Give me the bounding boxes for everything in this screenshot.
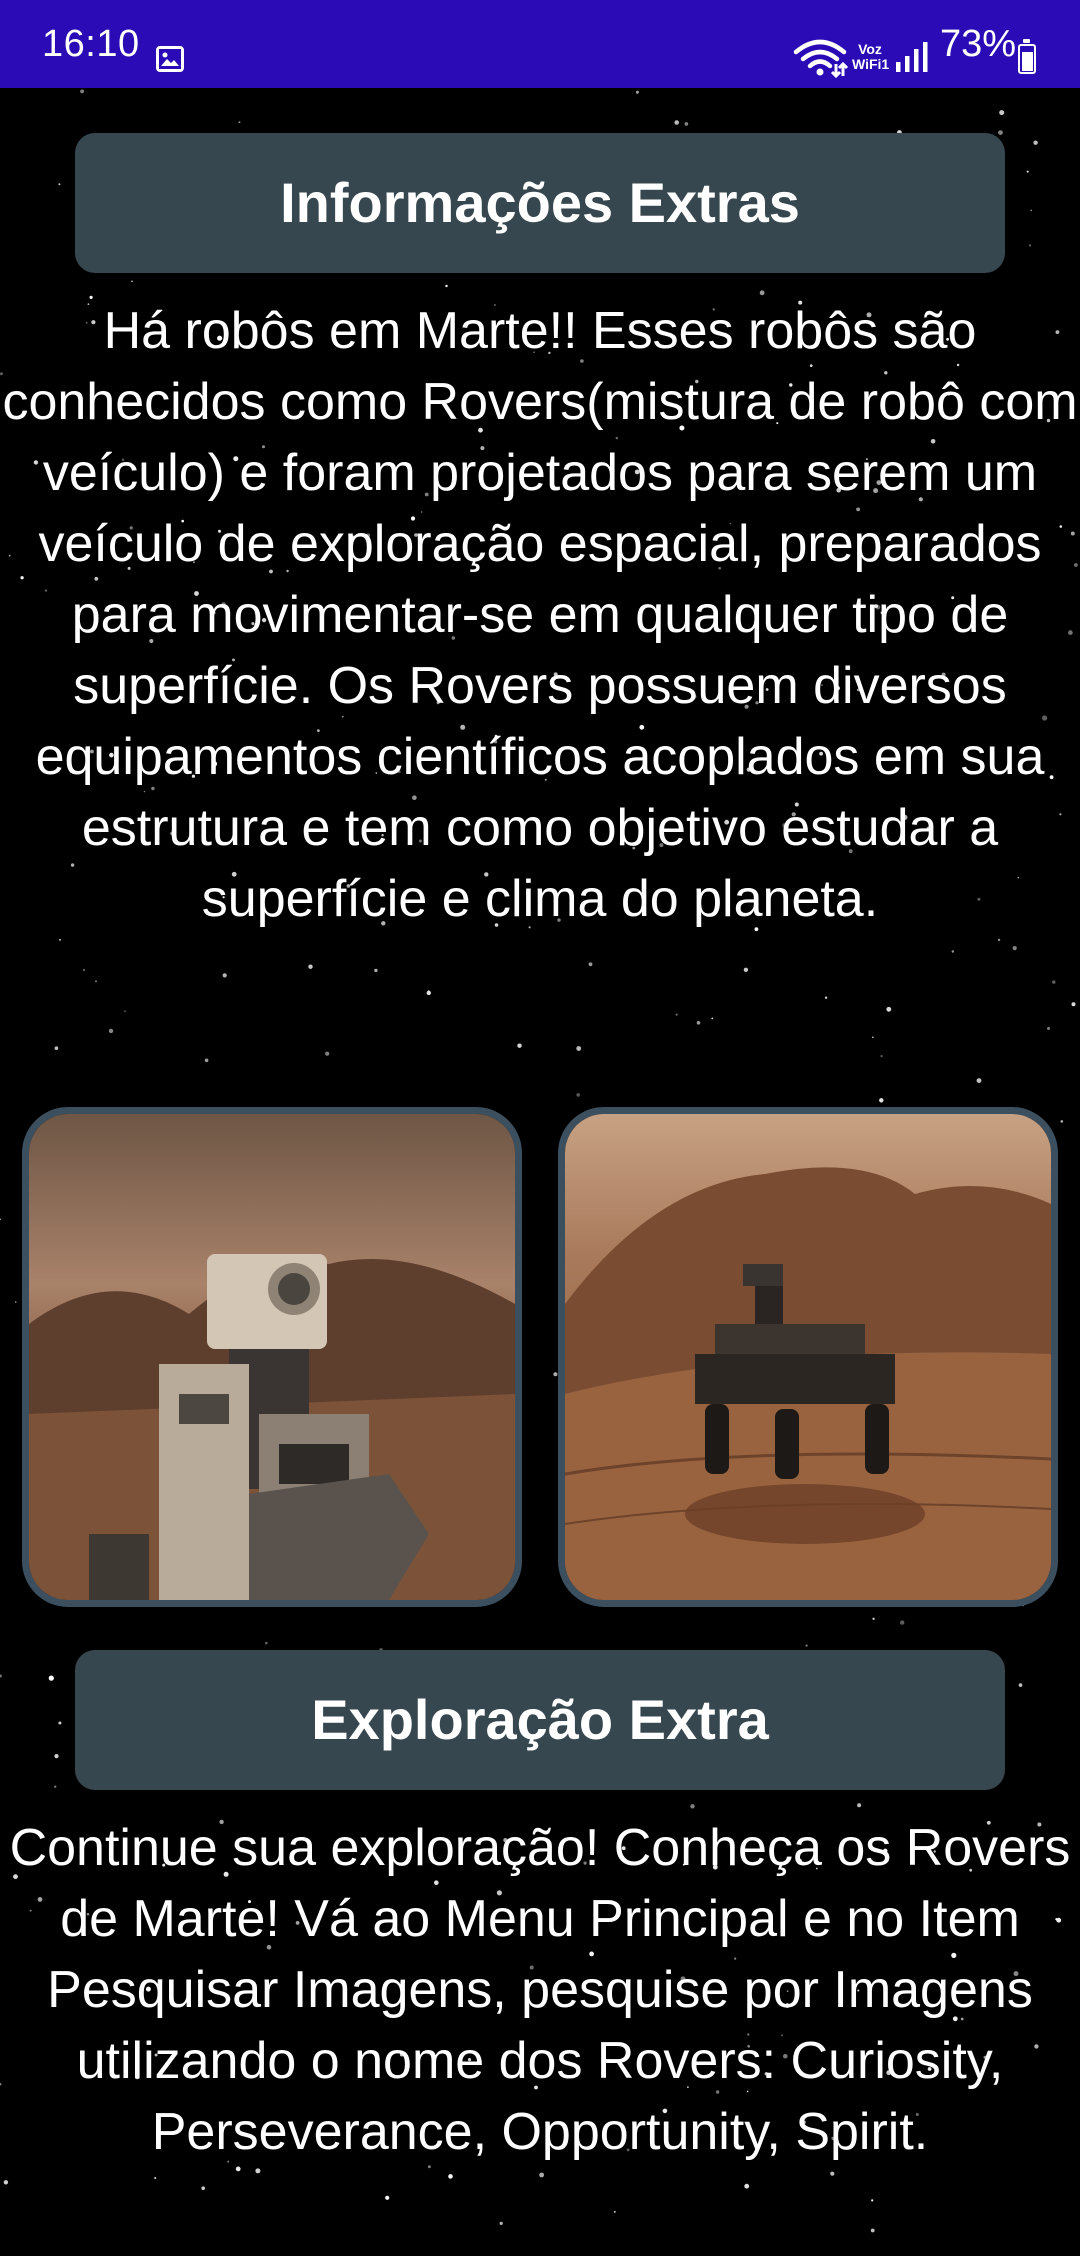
star-dot (553, 1372, 558, 1377)
star-dot (14, 1301, 17, 1303)
rover-selfie-image[interactable] (22, 1107, 522, 1607)
star-dot (870, 2228, 875, 2233)
star-dot (80, 89, 84, 94)
star-dot (674, 120, 679, 125)
star-dot (1033, 140, 1038, 145)
rover-driving-image[interactable] (558, 1107, 1058, 1607)
star-dot (635, 90, 639, 94)
battery-charging-icon (1018, 39, 1036, 74)
image-icon (156, 46, 184, 72)
star-dot (308, 964, 313, 969)
star-dot (997, 938, 1001, 942)
star-dot (690, 1804, 695, 1809)
star-dot (976, 1078, 982, 1083)
star-dot (385, 2195, 390, 2200)
star-dot (3, 2180, 9, 2185)
star-dot (54, 1785, 57, 1788)
star-dot (265, 1641, 268, 1645)
info-extra-text: Há robôs em Marte!! Esses robôs são conh… (2, 302, 1078, 928)
star-dot (613, 2211, 616, 2213)
star-dot (1026, 170, 1029, 173)
star-dot (54, 1754, 59, 1759)
star-dot (48, 1675, 54, 1681)
star-dot (124, 1010, 126, 1013)
star-dot (1060, 1120, 1064, 1123)
star-dot (1018, 1683, 1023, 1687)
star-dot (1052, 980, 1056, 984)
star-dot (1047, 1027, 1050, 1030)
star-dot (517, 1043, 522, 1048)
cellular-signal-icon (894, 40, 930, 79)
star-dot (59, 939, 61, 941)
star-dot (1028, 244, 1032, 247)
star-dot (999, 110, 1005, 116)
star-dot (1012, 946, 1017, 951)
star-dot (426, 990, 431, 996)
star-dot (204, 1058, 209, 1063)
star-dot (499, 2221, 503, 2225)
star-dot (576, 1093, 580, 1097)
star-dot (684, 122, 689, 126)
star-dot (255, 2168, 261, 2174)
star-dot (576, 1046, 582, 1051)
exploration-extra-text: Continue sua exploração! Conheça os Rove… (9, 1819, 1071, 2161)
star-dot (951, 950, 954, 953)
star-dot (131, 280, 133, 283)
star-dot (998, 130, 1003, 136)
star-dot (54, 1046, 59, 1050)
star-dot (0, 1218, 1, 1221)
star-dot (58, 1721, 62, 1725)
star-dot (1030, 209, 1033, 212)
star-dot (880, 1055, 883, 1058)
star-dot (886, 1006, 892, 1012)
status-bar: 16:10 Voz WiFi1 73% (0, 0, 1080, 88)
star-dot (871, 2199, 874, 2202)
star-dot (95, 980, 97, 983)
star-dot (900, 1620, 905, 1625)
exploration-extra-button[interactable]: Exploração Extra (75, 1650, 1005, 1790)
star-dot (830, 2171, 835, 2176)
star-dot (58, 183, 61, 186)
star-dot (759, 290, 765, 296)
star-dot (539, 2172, 544, 2178)
star-dot (222, 973, 227, 978)
star-dot (238, 121, 241, 124)
star-dot (711, 1017, 714, 1020)
star-dot (872, 1036, 874, 1039)
star-dot (696, 1021, 701, 1025)
star-dot (154, 2177, 157, 2179)
star-dot (374, 968, 378, 973)
wifi-icon (792, 38, 849, 83)
status-time: 16:10 (42, 23, 140, 65)
star-dot (201, 2186, 205, 2190)
star-dot (445, 284, 448, 288)
star-dot (1071, 1002, 1076, 1007)
battery-percent: 73% (940, 23, 1017, 65)
star-dot (872, 1617, 875, 1621)
star-dot (805, 1644, 808, 1647)
star-dot (588, 962, 593, 967)
star-dot (325, 1051, 330, 1056)
star-dot (824, 996, 828, 999)
star-dot (108, 1028, 114, 1034)
star-dot (675, 1013, 678, 1016)
star-dot (82, 968, 85, 972)
star-dot (0, 1674, 2, 1678)
star-dot (879, 1098, 884, 1103)
voz-wifi-label: Voz WiFi1 (852, 41, 890, 72)
star-dot (744, 2183, 750, 2189)
star-dot (448, 2174, 453, 2179)
screen: 16:10 Voz WiFi1 73% Informações Extras H… (0, 0, 1080, 2256)
info-extra-button[interactable]: Informações Extras (75, 133, 1005, 273)
star-dot (743, 967, 749, 972)
star-dot (857, 1803, 862, 1808)
